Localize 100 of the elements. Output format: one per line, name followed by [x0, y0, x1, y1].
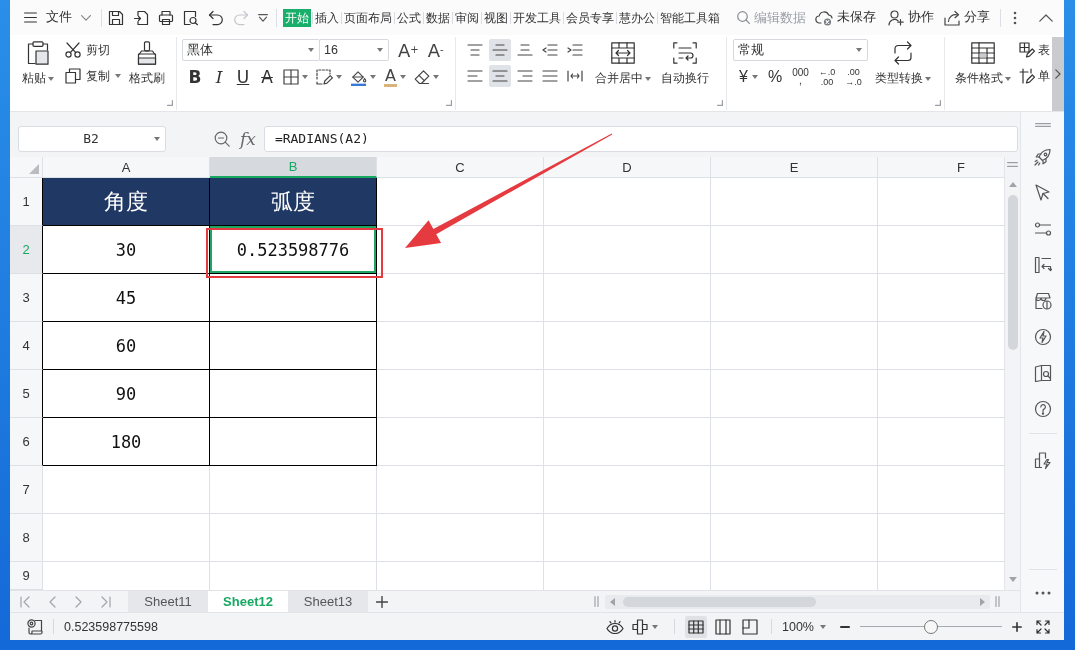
- shrink-font-button[interactable]: A$^{-}$: [427, 39, 444, 61]
- column-header[interactable]: A: [43, 157, 210, 178]
- table-cell[interactable]: [210, 274, 377, 322]
- save-icon[interactable]: [108, 9, 124, 26]
- ribbon-tab[interactable]: 公式: [396, 8, 422, 27]
- row-header[interactable]: 7: [10, 466, 43, 514]
- justify-icon[interactable]: [542, 70, 558, 82]
- table-cell[interactable]: 45: [43, 274, 210, 322]
- table-cell[interactable]: [210, 370, 377, 418]
- cut-button[interactable]: 剪切: [65, 40, 121, 60]
- type-convert-button[interactable]: 类型转换: [875, 39, 931, 87]
- font-dropdown[interactable]: 黑体: [182, 39, 320, 61]
- rocket-icon[interactable]: [1033, 148, 1052, 166]
- ribbon-tab[interactable]: 页面布局: [343, 8, 393, 27]
- dialog-launcher-icon[interactable]: [446, 100, 452, 106]
- undo-icon[interactable]: [208, 9, 224, 26]
- column-header[interactable]: C: [377, 157, 544, 178]
- underline-button[interactable]: U: [235, 66, 251, 88]
- sliders-icon[interactable]: [1033, 220, 1052, 238]
- plus-icon[interactable]: [1012, 621, 1022, 632]
- document-search-icon[interactable]: [183, 9, 199, 26]
- table-cell[interactable]: 30: [43, 226, 210, 274]
- column-header[interactable]: D: [544, 157, 711, 178]
- collapse-icon[interactable]: [1039, 13, 1053, 22]
- plus-icon[interactable]: [376, 595, 388, 608]
- font-size-dropdown[interactable]: 16: [319, 39, 389, 61]
- row-header[interactable]: 8: [10, 514, 43, 562]
- table-cell[interactable]: 60: [43, 322, 210, 370]
- italic-button[interactable]: I: [211, 66, 227, 88]
- save-status-button[interactable]: 未保存: [815, 5, 876, 30]
- grip-icon[interactable]: [1007, 162, 1018, 167]
- table-cell[interactable]: 180: [43, 418, 210, 466]
- fullscreen-icon[interactable]: [1036, 619, 1050, 634]
- ribbon-tab[interactable]: 插入: [314, 8, 340, 27]
- ribbon-tab[interactable]: 开发工具: [512, 8, 562, 27]
- borders-button[interactable]: [283, 66, 308, 88]
- transfer-icon[interactable]: [1033, 256, 1052, 274]
- dialog-launcher-icon[interactable]: [935, 100, 941, 106]
- ribbon-tab[interactable]: 数据: [425, 8, 451, 27]
- row-header[interactable]: 4: [10, 322, 43, 370]
- cursor-icon[interactable]: [1033, 184, 1052, 202]
- grip-icon[interactable]: [1034, 123, 1051, 127]
- currency-button[interactable]: ¥: [739, 66, 758, 88]
- ribbon-tab[interactable]: 智能工具箱: [659, 8, 721, 27]
- grip-icon[interactable]: [995, 596, 1000, 607]
- table-header-cell[interactable]: 角度: [43, 178, 210, 226]
- table-style-button[interactable]: 表: [1019, 40, 1050, 60]
- font-color-button[interactable]: A: [384, 66, 406, 88]
- vertical-scrollbar[interactable]: [1004, 157, 1020, 590]
- ribbon-tab[interactable]: 会员专享: [565, 8, 615, 27]
- scroll-gear-icon[interactable]: [27, 618, 43, 635]
- strikethrough-button[interactable]: A: [259, 66, 275, 88]
- search-field[interactable]: 编辑数据: [754, 10, 812, 25]
- ribbon-tab[interactable]: 审阅: [454, 8, 480, 27]
- sheet-tab[interactable]: Sheet13: [288, 591, 368, 612]
- grow-font-button[interactable]: A$^{+}$: [398, 39, 419, 61]
- copy-button[interactable]: 复制: [65, 66, 121, 86]
- table-cell[interactable]: 90: [43, 370, 210, 418]
- book-search-icon[interactable]: [1033, 364, 1052, 382]
- formula-field[interactable]: =RADIANS(A2): [263, 125, 1018, 152]
- wrap-text-button[interactable]: 自动换行: [661, 39, 709, 87]
- collaborate-button[interactable]: 协作: [888, 5, 934, 30]
- slider-thumb[interactable]: [924, 619, 938, 634]
- scrollbar-thumb[interactable]: [1007, 195, 1018, 350]
- row-header[interactable]: 1: [10, 178, 43, 226]
- share-button[interactable]: 分享: [944, 5, 990, 30]
- cell-format-button[interactable]: [316, 66, 342, 88]
- lightning-circle-icon[interactable]: [1033, 328, 1052, 346]
- row-header[interactable]: 3: [10, 274, 43, 322]
- outdent-icon[interactable]: [542, 44, 558, 56]
- name-box[interactable]: B2: [18, 125, 166, 152]
- file-menu[interactable]: 文件: [22, 5, 93, 30]
- building-lightning-icon[interactable]: [1033, 451, 1052, 469]
- dropdown-icon[interactable]: [258, 13, 268, 22]
- indent-icon[interactable]: [567, 44, 583, 56]
- table-cell[interactable]: 0.523598776: [210, 226, 377, 274]
- more-horizontal-icon[interactable]: [1034, 591, 1051, 595]
- row-header[interactable]: 6: [10, 418, 43, 466]
- thousands-button[interactable]: 000 ,: [792, 66, 809, 88]
- insert-function-button[interactable]: fx: [240, 125, 256, 152]
- merge-center-button[interactable]: 合并居中: [595, 39, 651, 87]
- storefront-icon[interactable]: [1033, 292, 1052, 310]
- row-header[interactable]: 5: [10, 370, 43, 418]
- ribbon-tab[interactable]: 视图: [483, 8, 509, 27]
- scrollbar-thumb[interactable]: [623, 596, 816, 607]
- cross-shape-dropdown[interactable]: [632, 618, 658, 635]
- remove-decimal-button[interactable]: .00 →.0: [845, 66, 862, 88]
- print-icon[interactable]: [158, 9, 174, 26]
- number-format-dropdown[interactable]: 常规: [733, 39, 868, 61]
- minus-icon[interactable]: [840, 625, 850, 628]
- horizontal-scrollbar[interactable]: [605, 594, 990, 609]
- zoom-dropdown[interactable]: 100%: [782, 619, 826, 634]
- eye-icon[interactable]: [606, 619, 624, 634]
- bold-button[interactable]: B: [187, 66, 203, 88]
- column-header[interactable]: E: [711, 157, 878, 178]
- sheet-tab[interactable]: Sheet11: [128, 591, 208, 612]
- column-header[interactable]: F: [878, 157, 1004, 178]
- view-mode-button[interactable]: [685, 615, 707, 638]
- cell-style-button[interactable]: 单: [1019, 66, 1050, 86]
- table-cell[interactable]: [210, 322, 377, 370]
